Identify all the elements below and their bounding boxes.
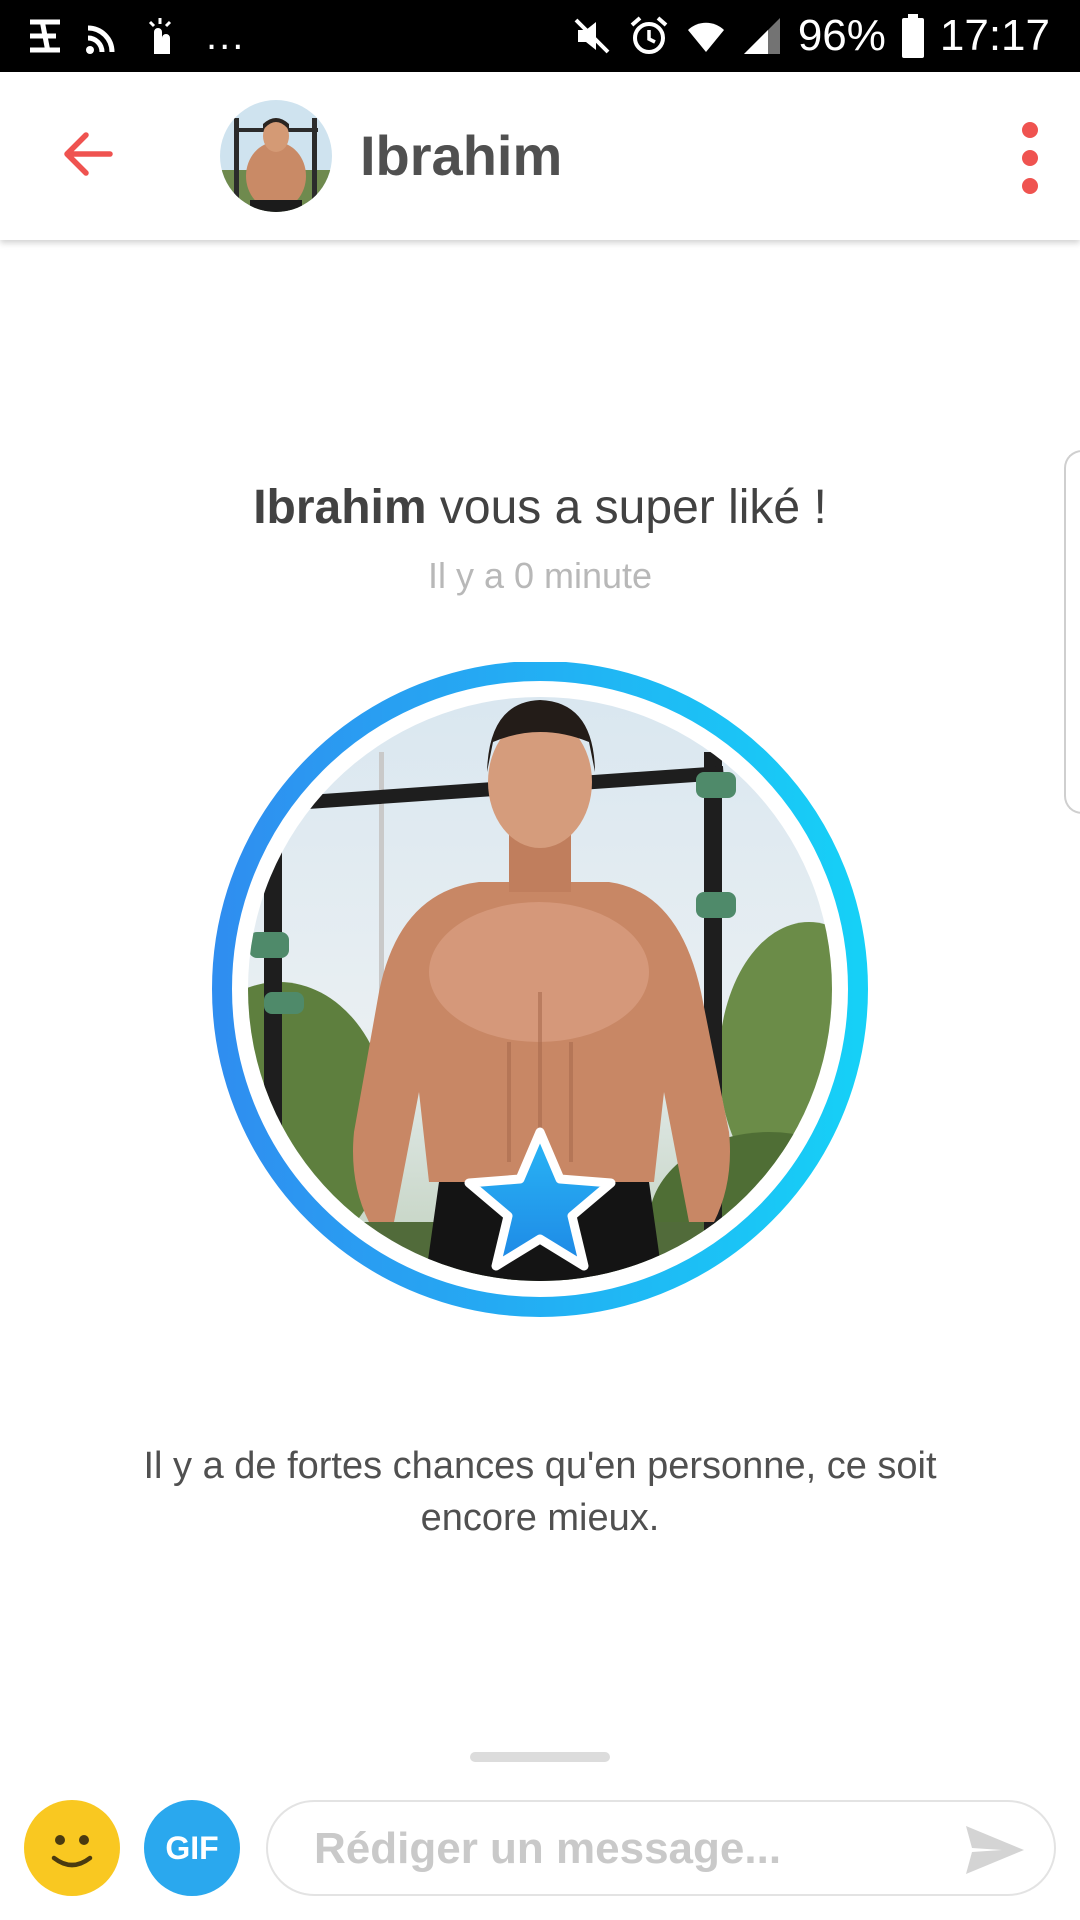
status-bar: ... 96% 17:17 bbox=[0, 0, 1080, 72]
message-composer bbox=[266, 1800, 1056, 1896]
cast-icon bbox=[86, 25, 115, 54]
avatar-photo bbox=[220, 100, 332, 212]
battery-percent: 96% bbox=[797, 11, 886, 60]
smiley-icon bbox=[51, 1835, 93, 1868]
more-notifications: ... bbox=[206, 13, 246, 58]
back-arrow-icon[interactable] bbox=[56, 122, 120, 186]
wifi-icon bbox=[687, 22, 724, 52]
super-like-photo-ring bbox=[212, 661, 868, 1317]
match-name[interactable]: Ibrahim bbox=[360, 72, 562, 240]
emoji-button[interactable] bbox=[24, 1800, 120, 1896]
chat-header: Ibrahim bbox=[0, 72, 1080, 240]
status-right: 96% 17:17 bbox=[572, 0, 1050, 72]
alarm-icon bbox=[630, 16, 668, 54]
gif-button[interactable]: GIF bbox=[144, 1800, 240, 1896]
super-like-tagline: Il y a de fortes chances qu'en personne,… bbox=[143, 1445, 937, 1539]
mute-icon bbox=[574, 18, 610, 54]
signal-icon bbox=[743, 18, 780, 54]
super-like-title: Ibrahim vous a super liké ! bbox=[0, 480, 1080, 535]
super-like-message: vous a super liké ! bbox=[426, 481, 827, 534]
super-like-time: Il y a 0 minute bbox=[427, 555, 653, 596]
status-left: ... bbox=[26, 0, 245, 72]
profile-photo[interactable] bbox=[209, 661, 871, 1324]
clock: 17:17 bbox=[939, 11, 1050, 60]
more-options-icon[interactable] bbox=[1000, 116, 1060, 200]
avatar[interactable] bbox=[220, 100, 332, 212]
send-icon[interactable] bbox=[962, 1822, 1028, 1878]
battery-icon bbox=[901, 14, 924, 58]
touch-icon bbox=[148, 18, 172, 54]
message-input[interactable] bbox=[312, 1802, 916, 1896]
super-like-name: Ibrahim bbox=[253, 481, 427, 534]
notification-icon bbox=[30, 19, 60, 53]
drag-handle[interactable] bbox=[470, 1752, 610, 1762]
